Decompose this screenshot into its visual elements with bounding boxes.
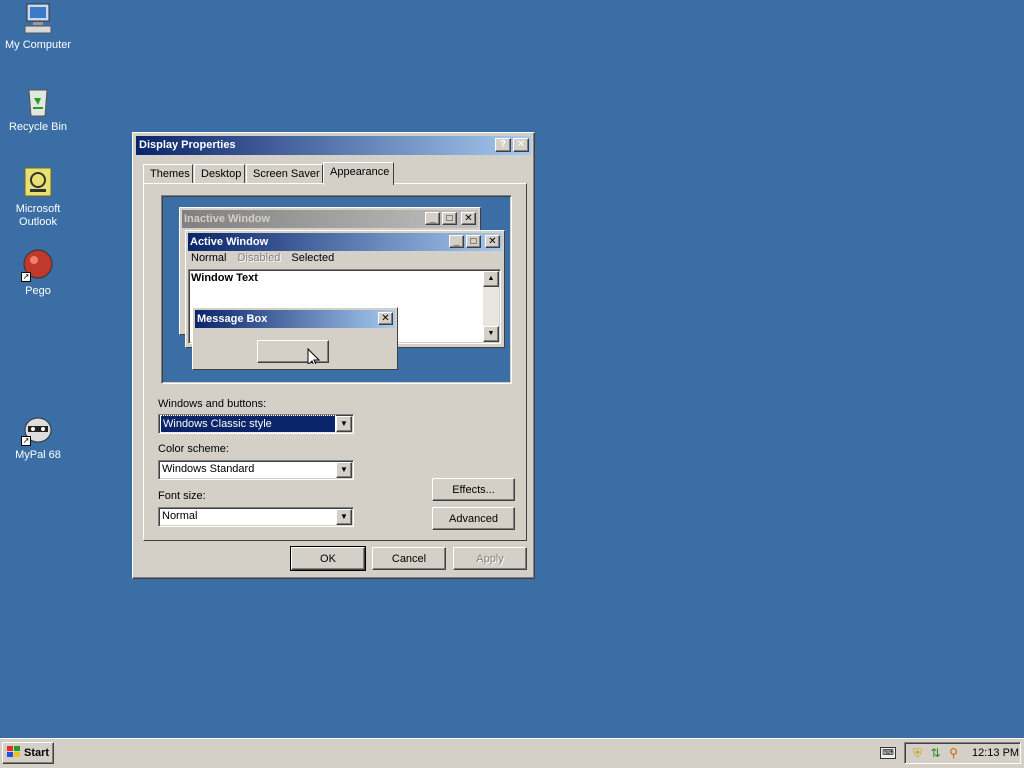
clock[interactable]: 12:13 PM bbox=[972, 747, 1019, 759]
font-size-label: Font size: bbox=[158, 490, 206, 502]
dialog-titlebar[interactable]: Display Properties ? ✕ bbox=[136, 136, 531, 155]
tab-themes[interactable]: Themes bbox=[143, 164, 193, 184]
close-icon: ✕ bbox=[485, 235, 500, 248]
chevron-down-icon[interactable]: ▼ bbox=[336, 509, 352, 525]
system-tray: ⛨ ⇅ ⚲ 12:13 PM bbox=[904, 742, 1021, 764]
windows-buttons-select[interactable]: Windows Classic style ▼ bbox=[158, 414, 354, 434]
effects-button-label: Effects... bbox=[452, 483, 495, 496]
cancel-button-label: Cancel bbox=[391, 552, 427, 565]
desktop-icon-my-computer[interactable]: My Computer bbox=[0, 2, 76, 52]
preview-active-title: Active Window bbox=[190, 236, 269, 248]
close-icon: ✕ bbox=[516, 139, 526, 150]
minimize-icon: _ bbox=[425, 212, 440, 225]
apply-button[interactable]: Apply bbox=[453, 547, 527, 570]
preview-window-text: Window Text bbox=[191, 272, 258, 284]
tab-label: Appearance bbox=[330, 166, 390, 178]
display-properties-dialog: Display Properties ? ✕ Themes Desktop Sc… bbox=[132, 132, 535, 579]
desktop-icon-label: Microsoft Outlook bbox=[15, 203, 61, 228]
shield-icon[interactable]: ⛨ bbox=[910, 746, 925, 761]
preview-inactive-title: Inactive Window bbox=[184, 213, 271, 225]
font-size-select[interactable]: Normal ▼ bbox=[158, 507, 354, 527]
desktop-icon-outlook[interactable]: Microsoft Outlook bbox=[0, 166, 76, 229]
pego-icon: ↗ bbox=[21, 248, 55, 282]
desktop-icon-recycle-bin[interactable]: Recycle Bin bbox=[0, 84, 76, 134]
start-label: Start bbox=[24, 747, 50, 759]
start-button[interactable]: Start bbox=[2, 742, 54, 764]
preview-ok-button bbox=[257, 340, 329, 364]
font-size-value: Normal bbox=[162, 510, 198, 522]
keyboard-icon[interactable]: ⌨ bbox=[880, 747, 896, 759]
color-scheme-value: Windows Standard bbox=[162, 463, 255, 475]
scroll-up-icon: ▲ bbox=[483, 271, 499, 287]
shortcut-arrow-icon: ↗ bbox=[21, 436, 31, 446]
preview-active-titlebar: Active Window _ □ ✕ bbox=[188, 233, 502, 251]
tab-label: Desktop bbox=[201, 168, 242, 180]
desktop-icon-label: MyPal 68 bbox=[15, 449, 61, 461]
desktop-icon-label: Recycle Bin bbox=[8, 121, 68, 133]
shortcut-arrow-icon: ↗ bbox=[21, 272, 31, 282]
desktop-icon-label: My Computer bbox=[4, 39, 72, 51]
preview-message-box-title: Message Box bbox=[197, 313, 268, 325]
preview-scrollbar: ▲ ▼ bbox=[483, 271, 499, 342]
preview-menu-selected: Selected bbox=[291, 252, 335, 264]
dialog-title: Display Properties bbox=[139, 139, 236, 151]
recycle-bin-icon bbox=[21, 84, 55, 118]
cancel-button[interactable]: Cancel bbox=[372, 547, 446, 570]
preview-menu-disabled: Disabled bbox=[237, 252, 281, 264]
preview-inactive-titlebar: Inactive Window _ □ ✕ bbox=[182, 210, 478, 228]
close-button[interactable]: ✕ bbox=[513, 138, 529, 152]
tab-appearance[interactable]: Appearance bbox=[323, 162, 394, 185]
ok-button-label: OK bbox=[320, 552, 336, 565]
scroll-down-icon: ▼ bbox=[483, 326, 499, 342]
apply-button-label: Apply bbox=[476, 552, 504, 565]
tab-screen-saver[interactable]: Screen Saver bbox=[246, 164, 323, 184]
chevron-down-icon[interactable]: ▼ bbox=[336, 462, 352, 478]
preview-message-box-titlebar: Message Box ✕ bbox=[195, 310, 395, 328]
tab-desktop[interactable]: Desktop bbox=[194, 164, 245, 184]
computer-icon bbox=[21, 2, 55, 36]
appearance-panel: Inactive Window _ □ ✕ Active Window _ □ … bbox=[143, 183, 527, 541]
mouse-cursor-icon bbox=[307, 347, 321, 364]
minimize-icon: _ bbox=[449, 235, 464, 248]
desktop-icon-label: Pego bbox=[25, 285, 51, 297]
color-scheme-label: Color scheme: bbox=[158, 443, 229, 455]
search-icon[interactable]: ⚲ bbox=[946, 746, 961, 761]
taskbar: Start ⌨ ⛨ ⇅ ⚲ 12:13 PM bbox=[0, 738, 1024, 768]
tab-label: Themes bbox=[150, 168, 190, 180]
maximize-icon: □ bbox=[466, 235, 481, 248]
appearance-preview: Inactive Window _ □ ✕ Active Window _ □ … bbox=[161, 195, 512, 384]
help-icon: ? bbox=[499, 139, 507, 150]
advanced-button[interactable]: Advanced bbox=[432, 507, 515, 530]
desktop-icon-pego[interactable]: ↗ Pego bbox=[0, 248, 76, 298]
mypal-icon: ↗ bbox=[21, 412, 55, 446]
close-icon: ✕ bbox=[461, 212, 476, 225]
preview-menu-normal: Normal bbox=[191, 252, 227, 264]
ok-button[interactable]: OK bbox=[290, 546, 366, 571]
outlook-icon bbox=[21, 166, 55, 200]
tab-label: Screen Saver bbox=[253, 168, 320, 180]
maximize-icon: □ bbox=[442, 212, 457, 225]
help-button[interactable]: ? bbox=[495, 138, 511, 152]
windows-logo-icon bbox=[6, 745, 21, 761]
windows-buttons-value: Windows Classic style bbox=[160, 415, 336, 433]
close-icon: ✕ bbox=[378, 312, 393, 325]
network-icon[interactable]: ⇅ bbox=[928, 746, 943, 761]
desktop-icon-mypal[interactable]: ↗ MyPal 68 bbox=[0, 412, 76, 462]
preview-menu-bar: Normal Disabled Selected bbox=[191, 252, 334, 264]
windows-buttons-label: Windows and buttons: bbox=[158, 398, 267, 410]
preview-message-box: Message Box ✕ bbox=[192, 307, 398, 370]
color-scheme-select[interactable]: Windows Standard ▼ bbox=[158, 460, 354, 480]
advanced-button-label: Advanced bbox=[449, 512, 498, 525]
effects-button[interactable]: Effects... bbox=[432, 478, 515, 501]
chevron-down-icon[interactable]: ▼ bbox=[336, 416, 352, 432]
